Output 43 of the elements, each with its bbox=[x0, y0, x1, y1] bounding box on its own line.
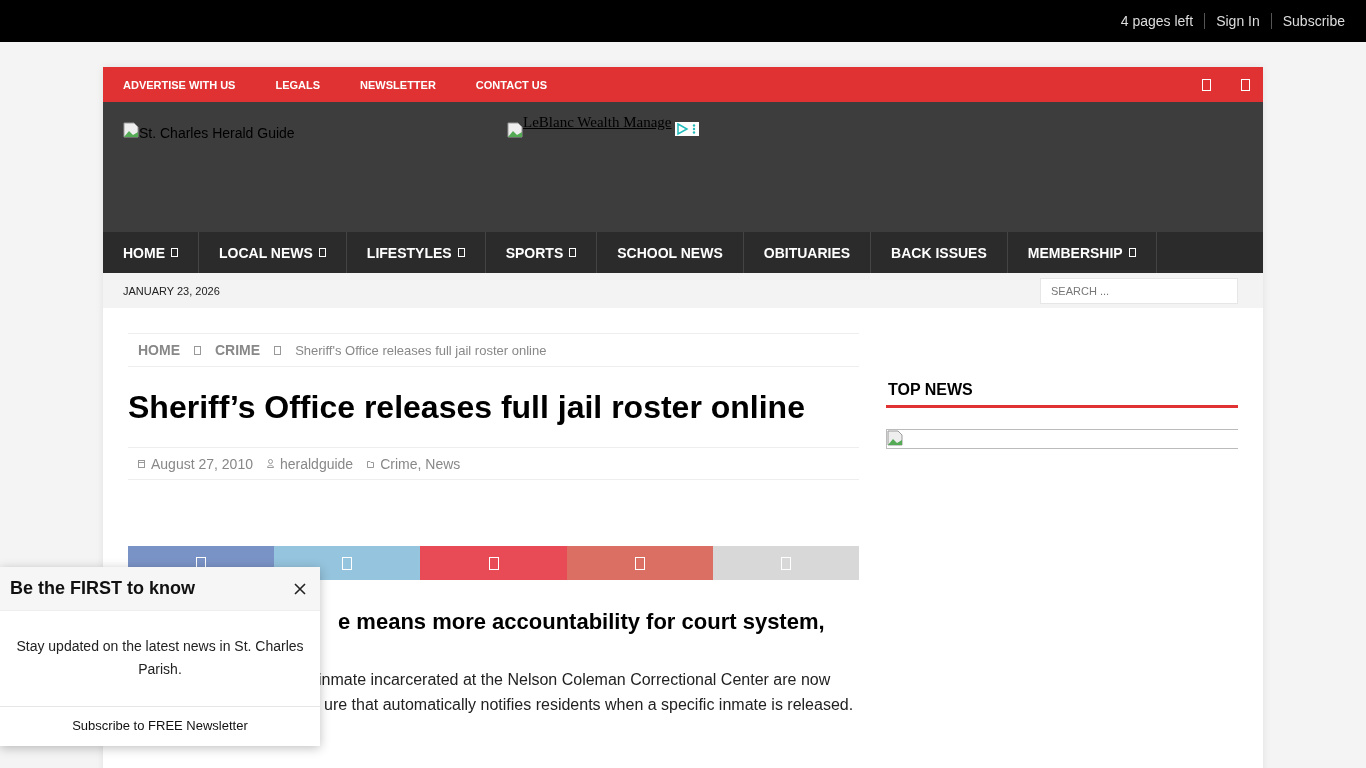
social-icon[interactable] bbox=[1202, 78, 1211, 91]
share-icon bbox=[780, 556, 791, 570]
current-date: JANUARY 23, 2026 bbox=[123, 284, 220, 297]
popup-message: Stay updated on the latest news in St. Charles Parish. bbox=[15, 637, 305, 679]
subscribe-link[interactable]: Subscribe to FREE Newsletter bbox=[0, 706, 320, 746]
breadcrumb-link[interactable]: CRIME bbox=[215, 342, 261, 358]
calendar-icon bbox=[138, 459, 145, 468]
social-icon[interactable] bbox=[1241, 78, 1250, 91]
category-links[interactable]: Crime, News bbox=[380, 455, 461, 472]
broken-image-icon bbox=[123, 122, 139, 138]
article-title: Sheriff’s Office releases full jail roster online bbox=[128, 388, 806, 427]
caret-icon[interactable] bbox=[318, 248, 326, 257]
breadcrumb-link[interactable]: HOME bbox=[138, 342, 180, 358]
account-link[interactable]: Sign In bbox=[1204, 13, 1271, 29]
share-icon bbox=[634, 556, 645, 570]
broken-image-icon bbox=[507, 122, 523, 138]
folder-icon bbox=[367, 459, 375, 468]
account-link[interactable]: Subscribe bbox=[1270, 13, 1356, 29]
share-icon bbox=[342, 556, 353, 570]
top-menu-link[interactable]: CONTACT US bbox=[475, 78, 548, 91]
caret-icon[interactable] bbox=[457, 248, 465, 257]
article-text-line: ure that automatically notifies residents when a specific inmate is released. bbox=[324, 695, 854, 715]
broken-image-icon bbox=[887, 430, 903, 446]
separator-icon bbox=[194, 345, 201, 355]
close-icon[interactable] bbox=[294, 582, 306, 595]
popup-title: Be the FIRST to know bbox=[10, 578, 195, 599]
pages-left-counter: 4 pages left bbox=[1119, 13, 1195, 29]
breadcrumb-current: Sheriff's Office releases full jail roster online bbox=[295, 342, 547, 358]
separator-icon bbox=[274, 345, 282, 355]
share-icon bbox=[488, 556, 499, 570]
article-subheading: e means more accountability for court system, bbox=[337, 608, 826, 636]
post-date: August 27, 2010 bbox=[151, 455, 253, 472]
caret-icon[interactable] bbox=[569, 248, 577, 257]
ad-choices-icon[interactable] bbox=[675, 122, 700, 136]
top-menu-link[interactable]: ADVERTISE WITH US bbox=[123, 78, 236, 91]
caret-icon[interactable] bbox=[1128, 248, 1136, 257]
top-menu-link[interactable]: LEGALS bbox=[275, 78, 321, 91]
sidebar-heading: TOP NEWS bbox=[886, 381, 1238, 408]
user-icon bbox=[267, 459, 274, 468]
search-field[interactable]: SEARCH ... bbox=[1040, 277, 1238, 304]
author-link[interactable]: heraldguide bbox=[280, 455, 354, 472]
caret-icon[interactable] bbox=[171, 248, 178, 257]
top-menu-link[interactable]: NEWSLETTER bbox=[360, 78, 436, 91]
